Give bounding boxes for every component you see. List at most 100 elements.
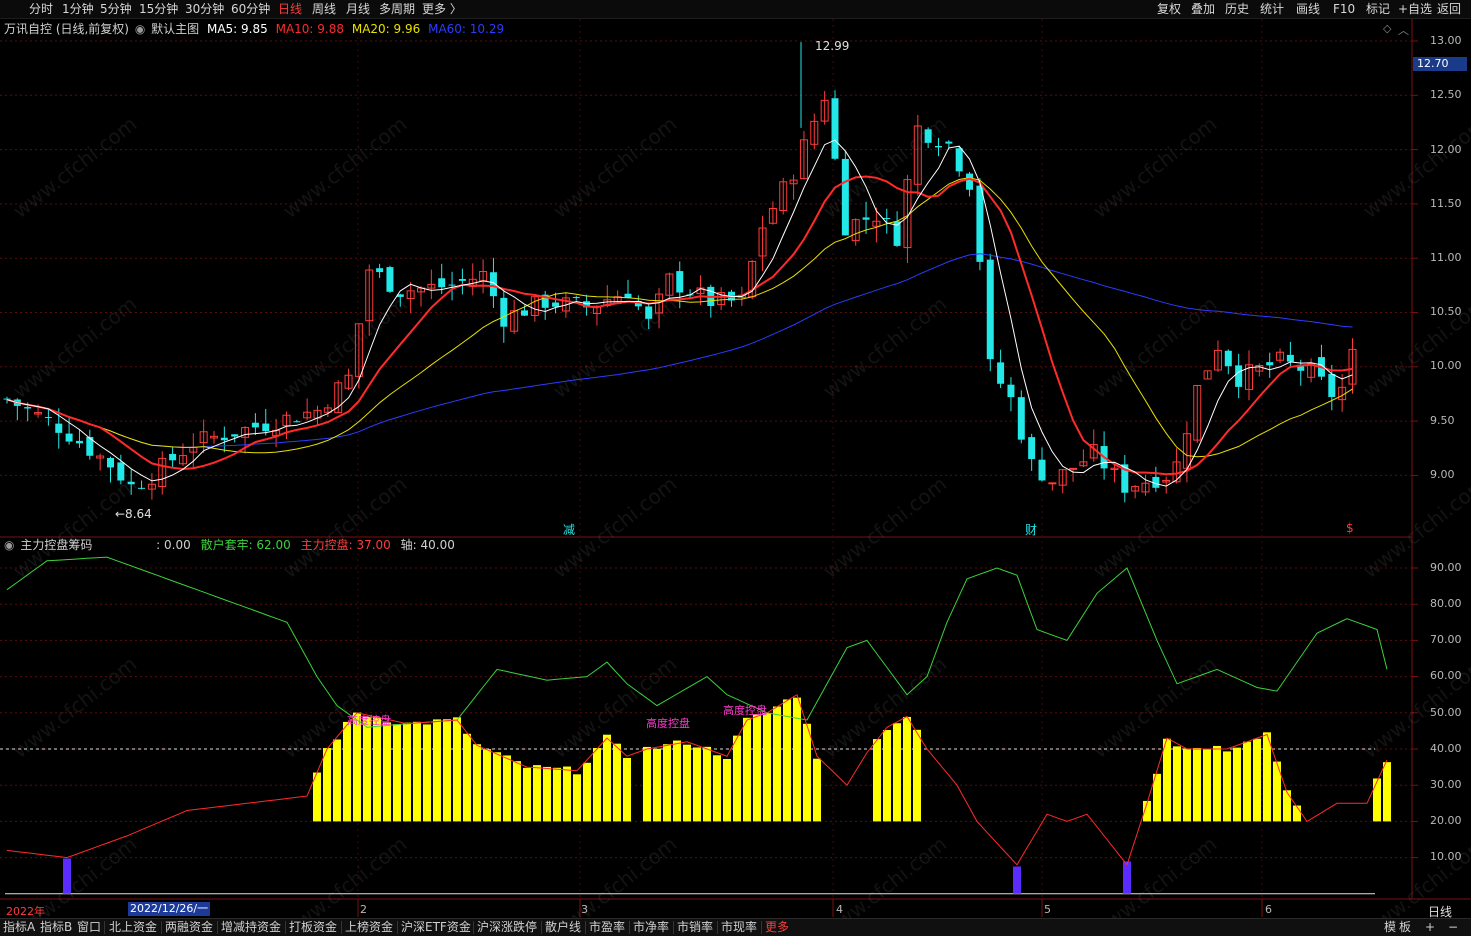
candle-body-down (107, 457, 114, 468)
control-bar (703, 746, 711, 822)
candle-body-down (883, 217, 891, 219)
event-marker-reduce[interactable]: 减 (563, 521, 575, 538)
add-watchlist-button[interactable]: +自选 (1398, 1, 1432, 17)
control-bar-low (1013, 866, 1021, 894)
control-bar (553, 767, 561, 822)
history-button[interactable]: 历史 (1225, 1, 1249, 17)
tab-multi-period[interactable]: 多周期 (379, 1, 415, 17)
tab-weekly[interactable]: 周线 (312, 1, 336, 17)
tab-5min[interactable]: 5分钟 (100, 1, 132, 17)
candle-body-down (1017, 397, 1025, 440)
draw-line-button[interactable]: 画线 (1296, 1, 1320, 17)
control-bar (683, 744, 691, 822)
tab-northbound[interactable]: 北上资金 (109, 920, 157, 935)
control-bar (1223, 751, 1231, 822)
tab-15min[interactable]: 15分钟 (139, 1, 178, 17)
candle-body-down (955, 148, 963, 172)
tab-window[interactable]: 窗口 (77, 920, 101, 935)
candle-body-down (138, 487, 146, 489)
control-bar (373, 717, 381, 822)
tab-indicator-b[interactable]: 指标B (40, 920, 72, 935)
tab-limit-updown[interactable]: 沪深涨跌停 (477, 920, 537, 935)
control-bar (893, 723, 901, 822)
control-bar (463, 733, 471, 822)
candle-body-down (935, 145, 942, 148)
indicator-tick: 90.00 (1430, 561, 1462, 574)
zoom-out-button[interactable]: − (1448, 920, 1458, 935)
control-bar (1263, 732, 1271, 822)
tab-limit-up-funds[interactable]: 打板资金 (289, 920, 337, 935)
candle-body-down (458, 279, 466, 281)
candle-body-down (986, 259, 994, 360)
candle-body-down (500, 297, 508, 327)
high-control-label: 高度控盘 (646, 717, 690, 730)
control-bar (393, 724, 401, 822)
control-bar (733, 735, 741, 822)
tab-holding-change[interactable]: 增减持资金 (221, 920, 281, 935)
tab-1min[interactable]: 1分钟 (62, 1, 94, 17)
overlay-button[interactable]: 叠加 (1191, 1, 1215, 17)
diamond-icon[interactable]: ◇ (1383, 22, 1391, 35)
control-bar (423, 724, 431, 822)
candle-body-up (1069, 467, 1078, 470)
theme-label[interactable]: 默认主图 (151, 22, 199, 36)
zoom-in-button[interactable]: + (1425, 920, 1435, 935)
template-button[interactable]: 模 (1384, 920, 1396, 935)
tab-monthly[interactable]: 月线 (346, 1, 370, 17)
tab-pe[interactable]: 市盈率 (589, 920, 625, 935)
control-bar (663, 744, 671, 822)
watermark-text: www.cfchi.com (1088, 832, 1221, 918)
period-toolbar: 分时 1分钟 5分钟 15分钟 30分钟 60分钟 日线 周线 月线 多周期 更… (0, 0, 1471, 19)
mark-button[interactable]: 标记 (1366, 1, 1390, 17)
tab-margin[interactable]: 两融资金 (165, 920, 213, 935)
control-bar (1383, 762, 1391, 822)
board-button[interactable]: 板 (1399, 920, 1411, 935)
candle-body-down (645, 306, 653, 319)
tab-fenshi[interactable]: 分时 (29, 1, 53, 17)
tab-etf-funds[interactable]: 沪深ETF资金 (401, 920, 471, 935)
indicator-title[interactable]: 主力控盘筹码 (20, 538, 92, 552)
f10-button[interactable]: F10 (1333, 1, 1355, 17)
control-bar (793, 697, 801, 822)
indicator-value-0: : 0.00 (156, 538, 191, 552)
tab-more[interactable]: 更多 〉 (422, 1, 462, 17)
tab-daily[interactable]: 日线 (278, 1, 302, 17)
chevron-up-icon[interactable]: ︿ (1398, 22, 1409, 38)
circle-icon[interactable]: ◉ (4, 538, 14, 552)
tab-retail-line[interactable]: 散户线 (545, 920, 581, 935)
tab-60min[interactable]: 60分钟 (231, 1, 270, 17)
tab-indicator-a[interactable]: 指标A (3, 920, 35, 935)
statistics-button[interactable]: 统计 (1260, 1, 1284, 17)
watermark-text: www.cfchi.com (278, 832, 411, 918)
stock-title: 万讯自控 (日线,前复权) (4, 22, 129, 36)
tab-pb[interactable]: 市净率 (633, 920, 669, 935)
circle-icon[interactable]: ◉ (135, 22, 145, 36)
control-bar (583, 762, 591, 822)
tab-more-indicators[interactable]: 更多 (765, 920, 789, 935)
main-legend: 万讯自控 (日线,前复权) ◉ 默认主图 MA5: 9.85 MA10: 9.8… (4, 22, 504, 36)
tab-30min[interactable]: 30分钟 (185, 1, 224, 17)
control-bar (333, 739, 341, 822)
tab-pcf[interactable]: 市现率 (721, 920, 757, 935)
event-marker-dividend[interactable]: $ (1346, 521, 1354, 535)
watermark-text: www.cfchi.com (278, 472, 411, 583)
candle-body-down (44, 417, 52, 419)
ma20-line (6, 177, 1353, 458)
back-button[interactable]: 返回 (1437, 1, 1461, 17)
kline-chart[interactable]: www.cfchi.com www.cfchi.com www.cfchi.com w… (0, 19, 1471, 918)
candle-body-down (862, 217, 870, 220)
watermark-text: www.cfchi.com (1088, 652, 1221, 763)
control-bar (1293, 805, 1301, 822)
event-marker-finance[interactable]: 财 (1025, 521, 1037, 538)
control-bar (563, 766, 571, 822)
tab-ps[interactable]: 市销率 (677, 920, 713, 935)
tab-dragon-tiger[interactable]: 上榜资金 (345, 920, 393, 935)
retail-trapped-value: 散户套牢: 62.00 (200, 538, 291, 552)
indicator-tick: 60.00 (1430, 669, 1462, 682)
indicator-tick: 30.00 (1430, 778, 1462, 791)
candle-body-down (1038, 459, 1046, 481)
fuquan-button[interactable]: 复权 (1157, 1, 1181, 17)
watermark-text: www.cfchi.com (1088, 472, 1221, 583)
axis-value: 轴: 40.00 (400, 538, 455, 552)
main-control-value: 主力控盘: 37.00 (300, 538, 391, 552)
